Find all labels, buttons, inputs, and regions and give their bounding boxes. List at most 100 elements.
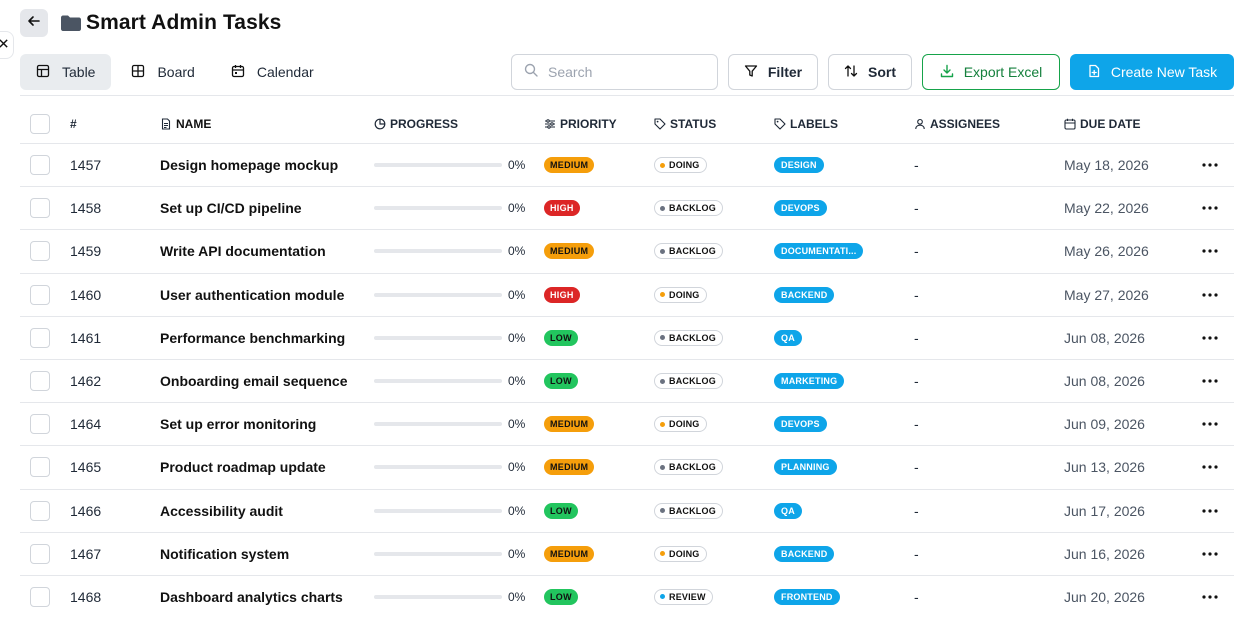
search-input[interactable] [548, 64, 698, 80]
table-row[interactable]: 1467 Notification system 0% MEDIUM DOING BACK… [20, 533, 1234, 576]
row-actions-button[interactable] [1202, 293, 1218, 297]
tab-calendar[interactable]: Calendar [215, 54, 330, 90]
label-badge[interactable]: DESIGN [774, 157, 824, 174]
status-badge[interactable]: BACKLOG [654, 373, 723, 390]
task-assignees[interactable]: - [914, 373, 919, 389]
priority-badge[interactable]: LOW [544, 502, 578, 519]
priority-badge[interactable]: LOW [544, 329, 578, 346]
row-actions-button[interactable] [1202, 465, 1218, 470]
task-name[interactable]: Notification system [160, 546, 289, 562]
table-row[interactable]: 1459 Write API documentation 0% MEDIUM BACKL… [20, 230, 1234, 274]
row-checkbox[interactable] [30, 198, 50, 219]
row-checkbox[interactable] [30, 284, 50, 305]
task-assignees[interactable]: - [914, 546, 919, 562]
filter-button[interactable]: Filter [728, 54, 818, 90]
label-badge[interactable]: DOCUMENTATI... [774, 243, 864, 260]
priority-badge[interactable]: MEDIUM [544, 459, 595, 476]
task-name[interactable]: Design homepage mockup [160, 157, 338, 173]
export-excel-button[interactable]: Export Excel [922, 54, 1060, 90]
row-actions-button[interactable] [1202, 552, 1218, 556]
task-assignees[interactable]: - [914, 503, 919, 519]
label-badge[interactable]: QA [774, 329, 802, 346]
table-row[interactable]: 1468 Dashboard analytics charts 0% LOW REVIE… [20, 576, 1234, 618]
row-checkbox[interactable] [30, 371, 50, 392]
col-due-date[interactable]: DUE DATE [1064, 117, 1140, 131]
status-badge[interactable]: BACKLOG [654, 459, 723, 476]
col-assignees[interactable]: ASSIGNEES [914, 117, 1000, 131]
task-name[interactable]: Dashboard analytics charts [160, 589, 343, 605]
row-actions-button[interactable] [1202, 249, 1218, 254]
row-actions-button[interactable] [1202, 595, 1218, 599]
row-checkbox[interactable] [30, 457, 50, 478]
priority-badge[interactable]: HIGH [544, 200, 580, 217]
task-assignees[interactable]: - [914, 589, 919, 605]
label-badge[interactable]: BACKEND [774, 545, 835, 562]
table-row[interactable]: 1460 User authentication module 0% HIGH DOIN… [20, 274, 1234, 317]
row-actions-button[interactable] [1202, 336, 1218, 340]
status-badge[interactable]: DOING [654, 545, 707, 562]
task-name[interactable]: Product roadmap update [160, 459, 326, 475]
task-name[interactable]: Performance benchmarking [160, 330, 345, 346]
table-row[interactable]: 1464 Set up error monitoring 0% MEDIUM DOING… [20, 403, 1234, 447]
row-checkbox[interactable] [30, 586, 50, 607]
task-name[interactable]: Write API documentation [160, 243, 326, 259]
priority-badge[interactable]: LOW [544, 373, 578, 390]
table-row[interactable]: 1461 Performance benchmarking 0% LOW BACKLOG… [20, 317, 1234, 360]
priority-badge[interactable]: LOW [544, 588, 578, 605]
status-badge[interactable]: DOING [654, 286, 707, 303]
label-badge[interactable]: MARKETING [774, 373, 845, 390]
back-button[interactable] [20, 9, 48, 37]
status-badge[interactable]: DOING [654, 157, 707, 174]
task-assignees[interactable]: - [914, 416, 919, 432]
col-labels[interactable]: LABELS [774, 117, 838, 131]
row-actions-button[interactable] [1202, 508, 1218, 513]
status-badge[interactable]: BACKLOG [654, 200, 723, 217]
priority-badge[interactable]: MEDIUM [544, 416, 595, 433]
task-assignees[interactable]: - [914, 287, 919, 303]
task-name[interactable]: Onboarding email sequence [160, 373, 348, 389]
task-name[interactable]: Set up error monitoring [160, 416, 316, 432]
row-checkbox[interactable] [30, 327, 50, 348]
task-assignees[interactable]: - [914, 330, 919, 346]
row-actions-button[interactable] [1202, 422, 1218, 426]
row-actions-button[interactable] [1202, 379, 1218, 383]
table-row[interactable]: 1458 Set up CI/CD pipeline 0% HIGH BACKLOG DE… [20, 187, 1234, 231]
row-checkbox[interactable] [30, 500, 50, 521]
task-name[interactable]: User authentication module [160, 287, 344, 303]
label-badge[interactable]: FRONTEND [774, 588, 840, 605]
row-checkbox[interactable] [30, 155, 50, 176]
status-badge[interactable]: BACKLOG [654, 502, 723, 519]
task-assignees[interactable]: - [914, 459, 919, 475]
task-assignees[interactable]: - [914, 200, 919, 216]
tab-table[interactable]: Table [20, 54, 112, 90]
priority-badge[interactable]: MEDIUM [544, 157, 595, 174]
table-row[interactable]: 1457 Design homepage mockup 0% MEDIUM DOING D… [20, 144, 1234, 188]
task-name[interactable]: Accessibility audit [160, 503, 283, 519]
priority-badge[interactable]: HIGH [544, 286, 580, 303]
label-badge[interactable]: DEVOPS [774, 200, 827, 217]
close-panel-button[interactable] [0, 31, 14, 59]
label-badge[interactable]: BACKEND [774, 286, 835, 303]
label-badge[interactable]: PLANNING [774, 459, 837, 476]
table-row[interactable]: 1462 Onboarding email sequence 0% LOW BACKLO… [20, 360, 1234, 404]
col-priority[interactable]: PRIORITY [544, 117, 617, 131]
create-task-button[interactable]: Create New Task [1070, 54, 1234, 90]
row-checkbox[interactable] [30, 414, 50, 435]
task-assignees[interactable]: - [914, 243, 919, 259]
row-checkbox[interactable] [30, 241, 50, 262]
row-checkbox[interactable] [30, 543, 50, 564]
status-badge[interactable]: BACKLOG [654, 329, 723, 346]
status-badge[interactable]: BACKLOG [654, 243, 723, 260]
task-assignees[interactable]: - [914, 157, 919, 173]
task-name[interactable]: Set up CI/CD pipeline [160, 200, 302, 216]
status-badge[interactable]: REVIEW [654, 588, 713, 605]
tab-board[interactable]: Board [115, 54, 210, 90]
col-name[interactable]: NAME [160, 117, 211, 131]
col-status[interactable]: STATUS [654, 117, 716, 131]
table-row[interactable]: 1465 Product roadmap update 0% MEDIUM BACKLO… [20, 446, 1234, 490]
label-badge[interactable]: DEVOPS [774, 416, 827, 433]
table-row[interactable]: 1466 Accessibility audit 0% LOW BACKLOG QA - Ju… [20, 490, 1234, 533]
row-actions-button[interactable] [1202, 206, 1218, 210]
label-badge[interactable]: QA [774, 502, 802, 519]
select-all-checkbox[interactable] [30, 113, 50, 134]
